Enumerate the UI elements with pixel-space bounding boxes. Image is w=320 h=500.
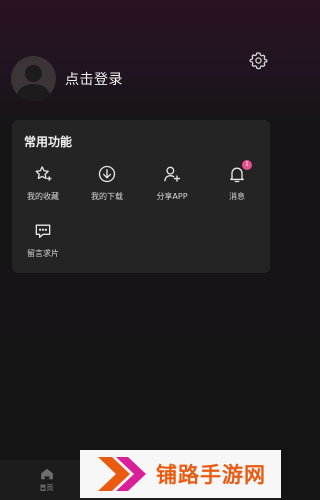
message-count-badge: 1 bbox=[242, 160, 252, 170]
common-functions-card: 常用功能 我的收藏 我的下载 分享APP 1 消息 留言求片 bbox=[12, 120, 270, 273]
site-watermark: 铺路手游网 bbox=[80, 450, 281, 498]
bell-icon: 1 bbox=[226, 160, 252, 185]
share-app-button[interactable]: 分享APP bbox=[142, 163, 202, 202]
messages-label: 消息 bbox=[229, 192, 245, 201]
profile-login-area[interactable]: 点击登录 bbox=[11, 56, 123, 101]
add-user-icon bbox=[161, 163, 183, 185]
section-title: 常用功能 bbox=[24, 135, 73, 149]
chat-bubble-icon bbox=[32, 220, 54, 242]
downloads-button[interactable]: 我的下载 bbox=[77, 163, 137, 202]
star-sparkle-icon bbox=[32, 163, 54, 185]
watermark-logo-icon bbox=[98, 457, 146, 491]
user-avatar-icon bbox=[11, 56, 56, 101]
favorites-button[interactable]: 我的收藏 bbox=[13, 163, 73, 202]
settings-button[interactable] bbox=[248, 50, 268, 70]
tab-home-label: 首页 bbox=[39, 483, 54, 492]
login-label: 点击登录 bbox=[65, 71, 123, 88]
messages-button[interactable]: 1 消息 bbox=[207, 160, 267, 202]
share-app-label: 分享APP bbox=[156, 192, 188, 201]
home-icon bbox=[40, 468, 53, 479]
download-icon bbox=[96, 163, 118, 185]
request-movie-button[interactable]: 留言求片 bbox=[13, 220, 73, 259]
gear-icon bbox=[249, 51, 267, 69]
downloads-label: 我的下载 bbox=[91, 192, 123, 201]
favorites-label: 我的收藏 bbox=[27, 192, 59, 201]
watermark-text: 铺路手游网 bbox=[156, 463, 266, 487]
request-movie-label: 留言求片 bbox=[27, 249, 59, 258]
